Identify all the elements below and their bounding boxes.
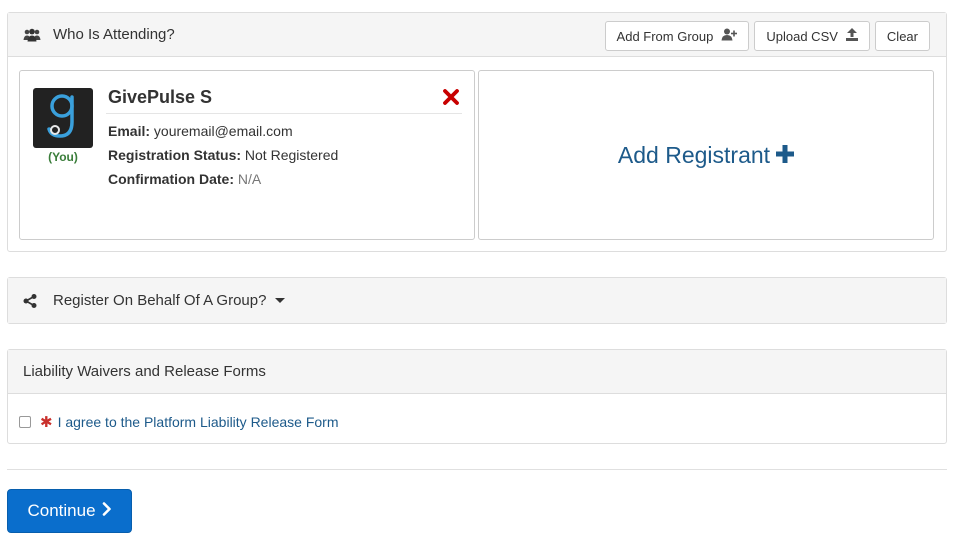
you-label: (You) <box>48 150 78 164</box>
group-panel: Register On Behalf Of A Group? <box>7 277 947 324</box>
status-line: Registration Status: Not Registered <box>108 147 338 163</box>
confirmation-line: Confirmation Date: N/A <box>108 171 261 187</box>
add-from-group-button[interactable]: Add From Group <box>604 21 750 51</box>
add-from-group-label: Add From Group <box>616 28 714 44</box>
clear-label: Clear <box>886 28 918 44</box>
attending-title: Who Is Attending? <box>53 26 175 43</box>
continue-label: Continue <box>27 501 96 520</box>
upload-csv-button[interactable]: Upload CSV <box>754 21 870 51</box>
waiver-row: ✱ I agree to the Platform Liability Rele… <box>19 413 338 431</box>
share-icon <box>23 293 41 309</box>
attending-toolbar: Add From Group Upload CSV Clear <box>604 21 930 51</box>
attending-panel: Who Is Attending? Add From Group Upload … <box>7 12 947 252</box>
agree-checkbox[interactable] <box>19 416 31 428</box>
add-registrant-link[interactable]: Add Registrant <box>617 141 795 169</box>
confirmation-label: Confirmation Date: <box>108 171 234 187</box>
remove-registrant-icon[interactable] <box>442 88 460 106</box>
add-registrant-label: Add Registrant <box>617 141 771 168</box>
waivers-panel: Liability Waivers and Release Forms ✱ I … <box>7 349 947 444</box>
email-value: youremail@email.com <box>153 123 293 139</box>
add-user-icon <box>721 28 738 44</box>
agree-release-form-link[interactable]: I agree to the Platform Liability Releas… <box>58 414 339 430</box>
group-toggle[interactable]: Register On Behalf Of A Group? <box>8 278 946 323</box>
chevron-right-icon <box>102 501 112 521</box>
required-marker: ✱ <box>40 414 53 431</box>
name-divider <box>106 113 462 114</box>
chevron-down-icon <box>275 298 286 303</box>
add-registrant-card[interactable]: Add Registrant <box>478 70 934 240</box>
waivers-heading: Liability Waivers and Release Forms <box>8 350 946 394</box>
waivers-title: Liability Waivers and Release Forms <box>23 363 266 380</box>
email-line: Email: youremail@email.com <box>108 123 293 139</box>
section-divider <box>7 469 947 470</box>
continue-button[interactable]: Continue <box>7 489 132 533</box>
confirmation-value: N/A <box>237 171 262 187</box>
group-title: Register On Behalf Of A Group? <box>53 292 267 309</box>
status-value: Not Registered <box>244 147 339 163</box>
plus-icon <box>776 142 795 169</box>
email-label: Email: <box>108 123 151 139</box>
upload-csv-label: Upload CSV <box>766 28 838 44</box>
registrant-card: (You) GivePulse S Email: youremail@email… <box>19 70 475 240</box>
avatar <box>33 88 93 148</box>
status-label: Registration Status: <box>108 147 242 163</box>
givepulse-logo-icon <box>47 94 74 138</box>
upload-icon <box>845 28 858 44</box>
registrant-name: GivePulse S <box>108 87 213 107</box>
clear-button[interactable]: Clear <box>874 21 930 51</box>
users-icon <box>23 27 41 43</box>
